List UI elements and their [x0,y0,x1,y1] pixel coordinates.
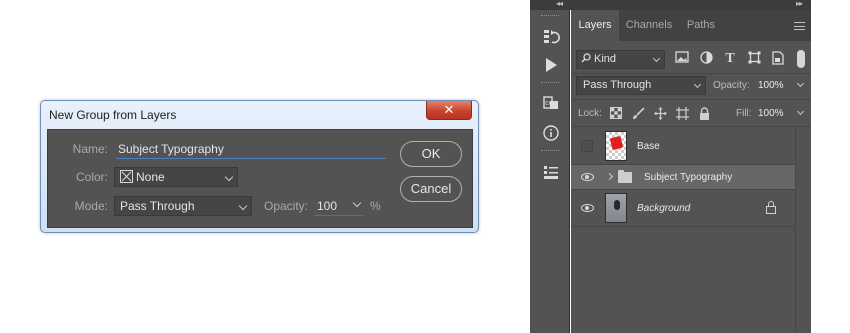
mode-select-value: Pass Through [120,199,195,213]
no-color-icon [120,170,133,183]
panel-dock-header: ◂◂ ▸▸ [530,0,811,10]
chevron-down-icon [224,172,234,182]
lock-transparent-pixels-icon[interactable] [609,107,623,121]
blend-mode-select[interactable]: Pass Through [576,76,706,95]
filter-kind-select[interactable]: Kind [576,50,665,69]
filter-kind-value: Kind [594,53,617,65]
libraries-icon[interactable]: cc [542,94,560,112]
shape-filter-icon[interactable] [746,51,762,67]
divider [571,126,811,127]
chevron-down-icon [693,80,702,89]
dialog-title: New Group from Layers [49,108,177,122]
grip-handle[interactable] [541,15,559,17]
lock-all-icon[interactable] [697,107,711,121]
layer-row-base[interactable]: Base [571,128,795,165]
panel-icon-strip: cc [530,10,570,333]
info-icon[interactable] [542,124,560,142]
eye-icon[interactable] [581,173,594,181]
opacity-field[interactable]: 100 [314,196,364,216]
dialog-titlebar[interactable]: New Group from Layers ✕ [41,101,478,128]
layers-list: Base Subject Typography Background [571,128,811,333]
filter-toggle-switch[interactable] [797,50,805,68]
grip-handle[interactable] [541,82,559,84]
expand-right-icon[interactable]: ▸▸ [796,0,803,8]
layers-panel: Layers Channels Paths Kind T Pass Throug… [571,10,811,333]
adjustment-filter-icon[interactable] [698,51,714,67]
lock-icon [766,201,776,215]
opacity-label: Opacity: [713,80,750,91]
panel-menu-icon[interactable] [794,22,805,30]
close-icon: ✕ [443,102,455,117]
layer-name: Base [637,141,660,152]
search-icon [581,53,591,63]
chevron-down-icon [652,54,661,63]
tab-paths[interactable]: Paths [679,10,723,41]
opacity-label: Opacity: [263,199,308,213]
fill-value: 100% [758,108,784,119]
layer-thumbnail [605,131,627,161]
thumbnail-content [609,135,624,151]
layer-name: Background [637,203,691,214]
opacity-underline [314,215,364,216]
dialog-close-button[interactable]: ✕ [426,101,472,120]
mode-label: Mode: [74,199,108,213]
grip-handle[interactable] [541,150,559,152]
divider [571,73,811,74]
color-select[interactable]: None [114,167,238,187]
chevron-down-icon[interactable] [796,107,805,116]
opacity-unit: % [370,199,381,213]
lock-artboard-icon[interactable] [675,107,689,121]
mode-select[interactable]: Pass Through [114,196,252,216]
fill-label: Fill: [736,108,752,119]
ok-button[interactable]: OK [400,141,462,167]
type-filter-icon[interactable]: T [722,51,738,67]
layer-row-background[interactable]: Background [571,190,795,227]
visibility-toggle-off[interactable] [581,140,593,152]
folder-icon [618,170,632,183]
color-select-value: None [136,170,165,184]
collapse-left-icon[interactable]: ◂◂ [556,0,563,8]
panel-tabs: Layers Channels Paths [571,10,811,41]
opacity-value: 100% [758,80,784,91]
chevron-down-icon[interactable] [352,198,362,208]
opacity-value: 100 [317,199,338,213]
svg-text:cc: cc [545,100,553,107]
name-input[interactable]: Subject Typography [116,140,386,159]
lock-position-icon[interactable] [653,107,667,121]
image-filter-icon[interactable] [674,51,690,67]
color-label: Color: [75,170,108,184]
layer-name: Subject Typography [644,172,733,183]
smart-object-filter-icon[interactable] [770,51,786,67]
layer-thumbnail [605,193,627,223]
eye-icon[interactable] [581,204,594,212]
dialog-body: Name: Subject Typography Color: None Mod… [47,129,473,228]
lock-label: Lock: [578,108,602,119]
chevron-down-icon [238,201,248,211]
name-label: Name: [72,142,108,156]
divider [571,99,811,100]
properties-icon[interactable] [542,163,560,181]
opacity-input[interactable]: 100% [758,77,806,94]
lock-image-pixels-icon[interactable] [631,107,645,121]
tab-layers[interactable]: Layers [571,10,619,41]
chevron-right-icon[interactable] [605,172,614,181]
tab-channels[interactable]: Channels [619,10,679,41]
new-group-dialog: New Group from Layers ✕ Name: Subject Ty… [40,100,479,233]
history-icon[interactable] [542,28,560,46]
layers-scrollbar[interactable] [795,128,811,333]
blend-mode-value: Pass Through [583,79,652,91]
chevron-down-icon[interactable] [796,79,805,88]
cancel-button[interactable]: Cancel [400,176,462,202]
fill-input[interactable]: 100% [758,105,806,122]
layer-row-subject-typography[interactable]: Subject Typography [571,165,795,190]
actions-play-icon[interactable] [542,56,560,74]
